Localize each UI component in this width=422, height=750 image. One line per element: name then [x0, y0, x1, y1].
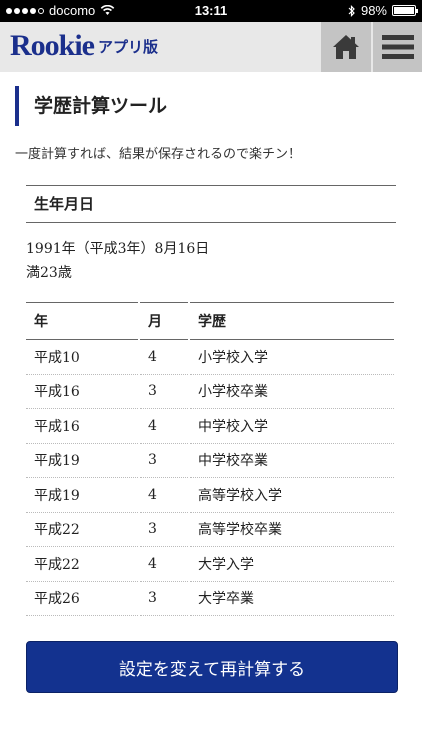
month-cell: 3 [140, 582, 188, 616]
year-cell: 平成19 [26, 444, 138, 478]
month-cell: 3 [140, 375, 188, 409]
logo-subtitle: アプリ版 [98, 38, 159, 56]
bluetooth-icon [348, 4, 355, 17]
education-cell: 大学入学 [190, 547, 394, 582]
battery-fill [394, 7, 414, 14]
menu-button[interactable] [373, 22, 422, 72]
battery-percent: 98% [360, 3, 387, 18]
app-header: Rookie アプリ版 [0, 22, 422, 72]
month-cell: 4 [140, 478, 188, 513]
column-header-year: 年 [26, 302, 138, 340]
month-cell: 4 [140, 340, 188, 375]
month-cell: 4 [140, 547, 188, 582]
table-row: 平成22 3 高等学校卒業 [26, 513, 394, 547]
home-icon [333, 35, 359, 59]
education-cell: 中学校卒業 [190, 444, 394, 478]
column-header-month: 月 [140, 302, 188, 340]
education-cell: 大学卒業 [190, 582, 394, 616]
table-row: 平成16 4 中学校入学 [26, 409, 394, 444]
education-cell: 高等学校入学 [190, 478, 394, 513]
education-cell: 中学校入学 [190, 409, 394, 444]
page-title: 学歴計算ツール [15, 86, 167, 126]
column-header-education: 学歴 [190, 302, 394, 340]
table-row: 平成10 4 小学校入学 [26, 340, 394, 375]
education-cell: 小学校卒業 [190, 375, 394, 409]
birth-date-heading: 生年月日 [26, 185, 396, 223]
battery-icon [392, 5, 418, 16]
age-value: 満23歳 [26, 265, 72, 281]
year-cell: 平成22 [26, 547, 138, 582]
table-header-row: 年 月 学歴 [26, 302, 394, 340]
year-cell: 平成16 [26, 409, 138, 444]
year-cell: 平成10 [26, 340, 138, 375]
status-right: 98% [348, 3, 418, 18]
hamburger-menu-icon [382, 35, 414, 59]
birth-date-value: 1991年（平成3年）8月16日 [26, 241, 210, 257]
education-cell: 小学校入学 [190, 340, 394, 375]
table-row: 平成19 4 高等学校入学 [26, 478, 394, 513]
recalculate-button[interactable]: 設定を変えて再計算する [26, 641, 398, 693]
table-row: 平成19 3 中学校卒業 [26, 444, 394, 478]
month-cell: 3 [140, 513, 188, 547]
year-cell: 平成19 [26, 478, 138, 513]
logo-word: Rookie [10, 29, 95, 62]
table-row: 平成22 4 大学入学 [26, 547, 394, 582]
status-bar: docomo 13:11 98% [0, 0, 422, 22]
month-cell: 4 [140, 409, 188, 444]
page-description: 一度計算すれば、結果が保存されるので楽チン！ [15, 147, 302, 162]
year-cell: 平成22 [26, 513, 138, 547]
table-row: 平成26 3 大学卒業 [26, 582, 394, 616]
year-cell: 平成26 [26, 582, 138, 616]
home-button[interactable] [321, 22, 371, 72]
education-cell: 高等学校卒業 [190, 513, 394, 547]
education-table: 年 月 学歴 平成10 4 小学校入学 平成16 3 小学校卒業 平成16 4 … [26, 302, 394, 616]
year-cell: 平成16 [26, 375, 138, 409]
rookie-logo[interactable]: Rookie アプリ版 [10, 31, 158, 61]
table-row: 平成16 3 小学校卒業 [26, 375, 394, 409]
month-cell: 3 [140, 444, 188, 478]
